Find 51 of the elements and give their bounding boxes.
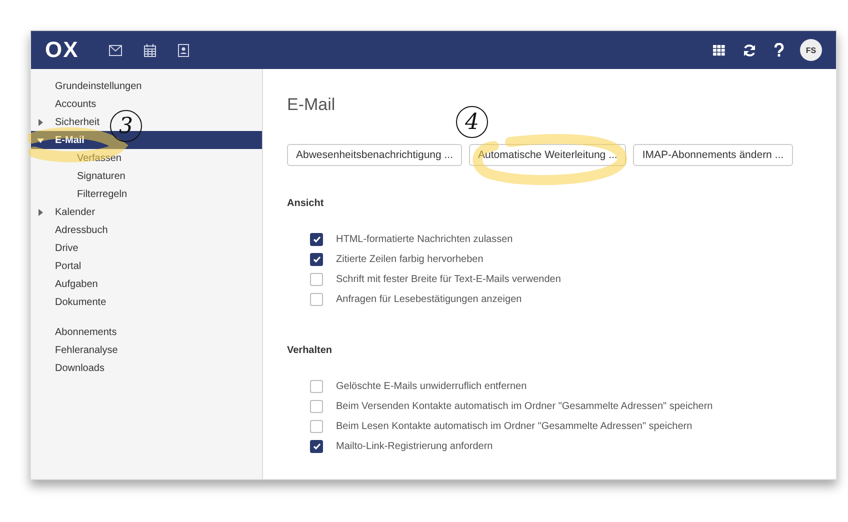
checkmark-icon (312, 256, 320, 262)
sidebar-item[interactable]: Sicherheit (31, 113, 104, 131)
checkbox-label[interactable]: Gelöschte E-Mails unwiderruflich entfernen (336, 380, 527, 392)
checkbox[interactable] (310, 272, 323, 286)
mail-icon[interactable] (108, 44, 122, 56)
sidebar-item[interactable]: Adressbuch (31, 221, 112, 239)
checkbox-label[interactable]: Schrift mit fester Breite für Text-E-Mails verwenden (336, 274, 561, 284)
checkbox[interactable] (310, 420, 323, 432)
caret-down-icon[interactable] (37, 137, 44, 144)
checkbox-label[interactable]: Beim Versenden Kontakte automatisch im Ordner "Gesammelte Adressen" speichern (336, 400, 713, 412)
sidebar-item[interactable]: Downloads (31, 359, 108, 377)
checkmark-icon (312, 442, 320, 450)
sidebar-item[interactable]: Fehleranalyse (31, 341, 122, 359)
sidebar-item[interactable]: Abonnements (31, 323, 121, 341)
checkbox[interactable] (310, 440, 323, 452)
sidebar-item[interactable]: Aufgaben (31, 275, 102, 293)
checkbox[interactable] (310, 232, 323, 246)
checkbox[interactable] (310, 292, 323, 306)
caret-right-icon[interactable] (37, 119, 44, 126)
checkbox-label[interactable]: Zitierte Zeilen farbig hervorheben (336, 254, 484, 264)
sidebar-item[interactable]: Signaturen (31, 167, 130, 185)
caret-right-icon[interactable] (37, 209, 44, 216)
checkbox-label[interactable]: Mailto-Link-Registrierung anfordern (336, 440, 493, 452)
settings-button[interactable]: Abwesenheitsbenachrichtigung ... (287, 144, 462, 166)
contact-card-icon[interactable] (178, 44, 190, 56)
user-avatar[interactable]: FS (800, 39, 822, 61)
handwritten-number: 4 (456, 106, 488, 138)
refresh-icon[interactable] (743, 44, 756, 56)
sidebar-item[interactable]: Grundeinstellungen (31, 77, 146, 95)
checkbox-label[interactable]: Beim Lesen Kontakte automatisch im Ordner "Gesammelte Adressen" speichern (336, 420, 692, 432)
sidebar-item[interactable]: Accounts (31, 95, 100, 113)
help-icon[interactable] (774, 43, 784, 57)
sidebar-item[interactable]: Kalender (31, 203, 100, 221)
sidebar-item[interactable]: Portal (31, 257, 86, 275)
section-heading: Verhalten (287, 345, 334, 356)
checkbox[interactable] (310, 380, 323, 392)
sidebar-item[interactable]: Drive (31, 239, 82, 257)
checkbox-label[interactable]: Anfragen für Lesebestätigungen anzeigen (336, 294, 522, 304)
section-heading: Ansicht (287, 198, 325, 209)
settings-button[interactable]: IMAP-Abonnements ändern ... (633, 144, 793, 166)
calendar-icon[interactable] (144, 44, 156, 56)
settings-button[interactable]: Automatische Weiterleitung ... (469, 144, 626, 166)
checkbox[interactable] (310, 400, 323, 412)
page-title: E-Mail (287, 95, 336, 115)
sidebar-item[interactable]: Filterregeln (31, 185, 132, 203)
checkmark-icon (312, 236, 320, 242)
checkbox-label[interactable]: HTML-formatierte Nachrichten zulassen (336, 234, 513, 244)
app-grid-icon[interactable] (713, 44, 725, 56)
sidebar-item[interactable]: Dokumente (31, 293, 110, 311)
checkbox[interactable] (310, 252, 323, 266)
app-logo[interactable]: OX (45, 37, 79, 63)
